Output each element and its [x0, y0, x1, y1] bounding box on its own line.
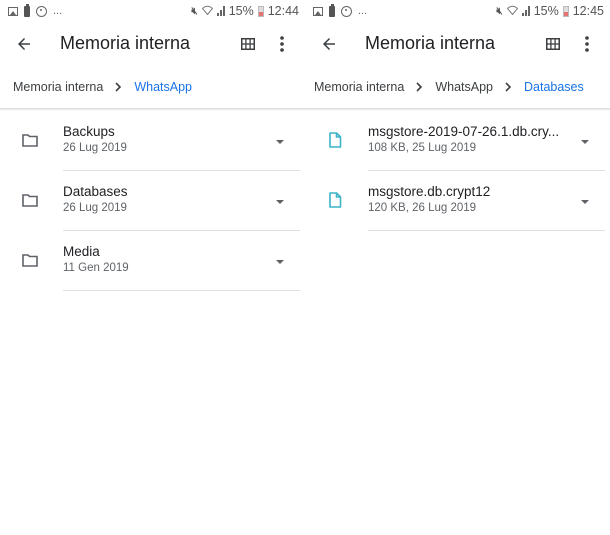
item-name: Media: [63, 244, 100, 259]
app-bar: Memoria interna: [0, 22, 305, 66]
more-options-button[interactable]: [577, 34, 597, 54]
item-name: msgstore.db.crypt12: [368, 184, 491, 199]
sync-icon: [36, 5, 47, 17]
screen-whatsapp-folder: ... 🔇︎ 15% 12:44 Memoria interna Memoria…: [0, 0, 305, 535]
wifi-icon: [201, 5, 213, 18]
battery-icon: [257, 5, 264, 17]
list-item-folder[interactable]: Databases 26 Lug 2019: [0, 171, 305, 231]
item-size-date: 108 KB, 25 Lug 2019: [368, 142, 477, 154]
breadcrumb-whatsapp[interactable]: WhatsApp: [134, 80, 192, 94]
folder-icon: [22, 194, 38, 207]
screen-databases-folder: ... 🔇︎ 15% 12:45 Memoria interna Memoria…: [305, 0, 610, 535]
more-vert-icon: [585, 36, 589, 52]
folder-icon: [22, 254, 38, 267]
caret-down-icon: [581, 140, 589, 144]
item-size-date: 120 KB, 26 Lug 2019: [368, 202, 477, 214]
breadcrumb: Memoria interna WhatsApp: [0, 66, 305, 108]
breadcrumb-memoria-interna[interactable]: Memoria interna: [314, 80, 404, 94]
item-menu-button[interactable]: [273, 135, 287, 149]
battery-percent: 15%: [533, 4, 559, 18]
item-menu-button[interactable]: [273, 195, 287, 209]
item-name: Databases: [63, 184, 128, 199]
grid-view-icon: [546, 38, 560, 50]
list-item-file[interactable]: msgstore.db.crypt12 120 KB, 26 Lug 2019: [305, 171, 610, 231]
grid-view-button[interactable]: [238, 34, 258, 54]
page-title: Memoria interna: [60, 33, 191, 53]
mute-icon: 🔇︎: [191, 5, 198, 17]
status-bar: ... 🔇︎ 15% 12:44: [0, 0, 305, 22]
more-vert-icon: [280, 36, 284, 52]
divider: [63, 290, 300, 291]
signal-icon: [216, 6, 225, 16]
item-date: 26 Lug 2019: [63, 202, 127, 214]
sync-icon: [341, 5, 352, 17]
caret-down-icon: [581, 200, 589, 204]
file-list: Backups 26 Lug 2019 Databases 26 Lug 201…: [0, 111, 305, 291]
back-button[interactable]: [12, 32, 36, 56]
app-bar: Memoria interna: [305, 22, 610, 66]
page-title: Memoria interna: [365, 33, 496, 53]
back-button[interactable]: [317, 32, 341, 56]
file-list: msgstore-2019-07-26.1.db.cry... 108 KB, …: [305, 111, 610, 231]
chevron-right-icon: [505, 82, 512, 92]
arrow-left-icon: [323, 38, 335, 50]
item-menu-button[interactable]: [578, 135, 592, 149]
grid-view-button[interactable]: [543, 34, 563, 54]
item-menu-button[interactable]: [273, 255, 287, 269]
battery-saver-icon: [24, 3, 30, 17]
list-item-folder[interactable]: Backups 26 Lug 2019: [0, 111, 305, 171]
battery-saver-icon: [329, 3, 335, 17]
chevron-right-icon: [115, 82, 122, 92]
battery-percent: 15%: [228, 4, 254, 18]
breadcrumb-whatsapp[interactable]: WhatsApp: [435, 80, 493, 94]
file-icon: [329, 192, 342, 208]
clock: 12:45: [572, 4, 604, 18]
item-name: msgstore-2019-07-26.1.db.cry...: [368, 124, 560, 139]
item-menu-button[interactable]: [578, 195, 592, 209]
arrow-left-icon: [18, 38, 30, 50]
folder-icon: [22, 134, 38, 147]
divider: [368, 230, 605, 231]
caret-down-icon: [276, 140, 284, 144]
item-date: 11 Gen 2019: [63, 262, 129, 274]
grid-view-icon: [241, 38, 255, 50]
mute-icon: 🔇︎: [496, 5, 503, 17]
signal-icon: [521, 6, 530, 16]
status-bar: ... 🔇︎ 15% 12:45: [305, 0, 610, 22]
gallery-icon: [8, 6, 18, 16]
breadcrumb-databases[interactable]: Databases: [524, 80, 584, 94]
more-notifications-icon: ...: [53, 5, 63, 17]
list-item-file[interactable]: msgstore-2019-07-26.1.db.cry... 108 KB, …: [305, 111, 610, 171]
more-options-button[interactable]: [272, 34, 292, 54]
list-item-folder[interactable]: Media 11 Gen 2019: [0, 231, 305, 291]
more-notifications-icon: ...: [358, 5, 368, 17]
item-date: 26 Lug 2019: [63, 142, 127, 154]
breadcrumb-memoria-interna[interactable]: Memoria interna: [13, 80, 103, 94]
item-name: Backups: [63, 124, 115, 139]
gallery-icon: [313, 6, 323, 16]
caret-down-icon: [276, 200, 284, 204]
caret-down-icon: [276, 260, 284, 264]
battery-icon: [562, 5, 569, 17]
file-icon: [329, 132, 342, 148]
wifi-icon: [506, 5, 518, 18]
breadcrumb: Memoria interna WhatsApp Databases: [305, 66, 610, 108]
chevron-right-icon: [416, 82, 423, 92]
clock: 12:44: [267, 4, 299, 18]
